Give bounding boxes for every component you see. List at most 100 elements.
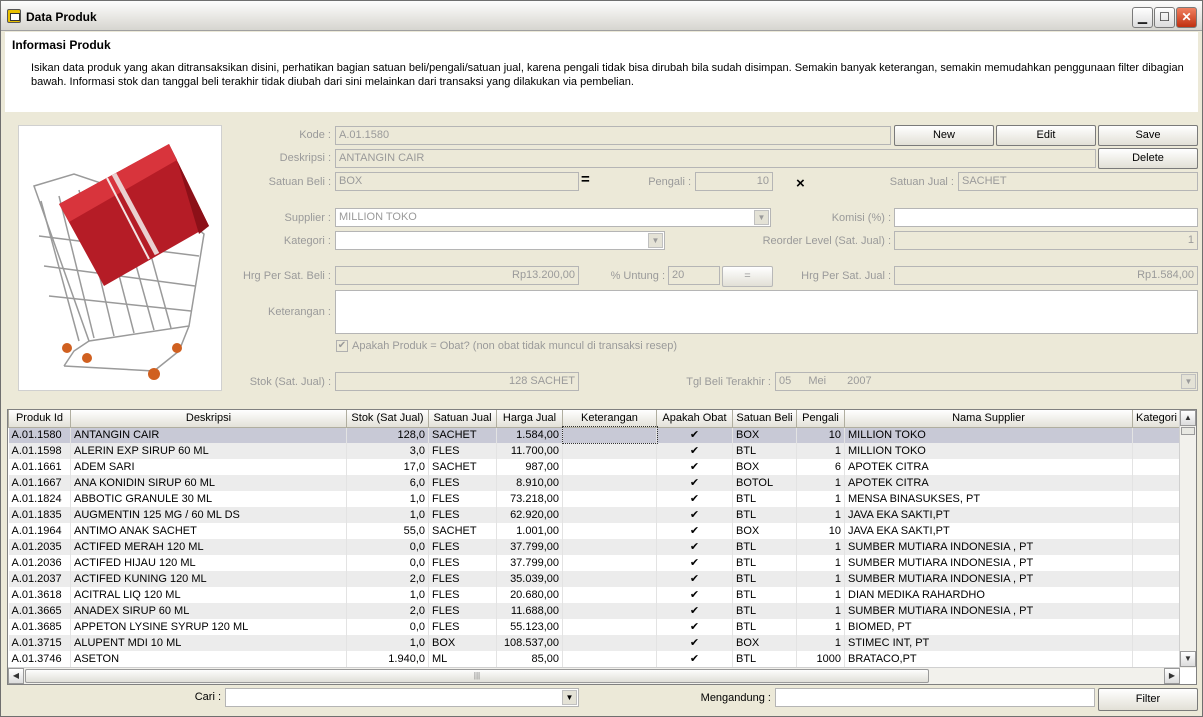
table-cell: 35.039,00 [496, 571, 563, 587]
cari-dropdown[interactable]: ▼ [225, 688, 579, 707]
satuan-beli-field[interactable]: BOX [335, 172, 579, 191]
horizontal-scrollbar[interactable]: ◀ ||| ▶ [8, 667, 1180, 684]
vertical-scroll-thumb[interactable] [1181, 427, 1195, 435]
table-row[interactable]: A.01.3685 APPETON LYSINE SYRUP 120 ML 0,0 F… [8, 619, 1181, 635]
column-header[interactable]: Pengali [796, 410, 845, 428]
scroll-right-icon[interactable]: ▶ [1164, 668, 1180, 684]
table-cell: ACTIFED KUNING 120 ML [70, 571, 347, 587]
hrg-jual-label: Hrg Per Sat. Jual : [801, 270, 891, 282]
maximize-icon: ☐ [1159, 10, 1170, 24]
table-cell: BOX [428, 635, 497, 651]
edit-button[interactable]: Edit [996, 125, 1096, 146]
chevron-down-icon[interactable]: ▼ [648, 233, 663, 248]
table-cell: 987,00 [496, 459, 563, 475]
reorder-level-field[interactable]: 1 [894, 231, 1198, 250]
column-header[interactable]: Kategori [1132, 410, 1181, 428]
scroll-left-icon[interactable]: ◀ [8, 668, 24, 684]
hrg-jual-field[interactable]: Rp1.584,00 [894, 266, 1198, 285]
obat-check-icon: ✔ [656, 635, 733, 651]
table-cell: STIMEC INT, PT [844, 635, 1133, 651]
chevron-down-icon[interactable]: ▼ [1181, 374, 1196, 389]
table-row[interactable]: A.01.2037 ACTIFED KUNING 120 ML 2,0 FLES 35.… [8, 571, 1181, 587]
column-header[interactable]: Stok (Sat Jual) [346, 410, 429, 428]
komisi-field[interactable] [894, 208, 1198, 227]
table-cell: 128,0 [346, 427, 429, 443]
save-button[interactable]: Save [1098, 125, 1198, 146]
product-grid[interactable]: Produk Id Deskripsi Stok (Sat Jual) Satuan … [7, 409, 1197, 685]
table-cell [1132, 523, 1181, 539]
table-row[interactable]: A.01.1667 ANA KONIDIN SIRUP 60 ML 6,0 FLES 8… [8, 475, 1181, 491]
untung-field[interactable]: 20 [668, 266, 720, 285]
pengali-field[interactable]: 10 [695, 172, 773, 191]
chevron-down-icon[interactable]: ▼ [754, 210, 769, 225]
table-cell: FLES [428, 539, 497, 555]
column-header[interactable]: Apakah Obat [656, 410, 733, 428]
title-bar[interactable]: Data Produk ▁ ☐ ✕ [1, 1, 1202, 31]
calculate-button[interactable]: = [722, 266, 773, 287]
table-cell: 1 [796, 539, 845, 555]
table-row[interactable]: A.01.2036 ACTIFED HIJAU 120 ML 0,0 FLES 37.7… [8, 555, 1181, 571]
kode-field[interactable]: A.01.1580 [335, 126, 891, 145]
table-cell: FLES [428, 619, 497, 635]
close-button[interactable]: ✕ [1176, 7, 1197, 28]
table-row[interactable]: A.01.1824 ABBOTIC GRANULE 30 ML 1,0 FLES 73.… [8, 491, 1181, 507]
header-description: Isikan data produk yang akan ditransaksi… [31, 62, 1184, 88]
table-row[interactable]: A.01.1835 AUGMENTIN 125 MG / 60 ML DS 1,0 F… [8, 507, 1181, 523]
kategori-dropdown[interactable]: ▼ [335, 231, 665, 250]
scroll-down-icon[interactable]: ▼ [1180, 651, 1196, 667]
hrg-beli-field[interactable]: Rp13.200,00 [335, 266, 579, 285]
supplier-dropdown[interactable]: MILLION TOKO ▼ [335, 208, 771, 227]
table-row[interactable]: A.01.1598 ALERIN EXP SIRUP 60 ML 3,0 FLES 11… [8, 443, 1181, 459]
table-row[interactable]: A.01.3746 ASETON 1.940,0 ML 85,00 ✔ BTL 1000 BRA… [8, 651, 1181, 667]
mengandung-field[interactable] [775, 688, 1095, 707]
table-row[interactable]: A.01.1964 ANTIMO ANAK SACHET 55,0 SACHET 1.0… [8, 523, 1181, 539]
obat-checkbox[interactable]: ✔ [336, 340, 348, 352]
table-row[interactable]: A.01.2035 ACTIFED MERAH 120 ML 0,0 FLES 37.7… [8, 539, 1181, 555]
obat-check-icon: ✔ [656, 603, 733, 619]
keterangan-field[interactable] [335, 290, 1198, 334]
column-header[interactable]: Harga Jual [496, 410, 563, 428]
delete-button[interactable]: Delete [1098, 148, 1198, 169]
table-cell [1132, 459, 1181, 475]
scroll-up-icon[interactable]: ▲ [1180, 410, 1196, 426]
table-row[interactable]: A.01.3618 ACITRAL LIQ 120 ML 1,0 FLES 20.680… [8, 587, 1181, 603]
column-header[interactable]: Satuan Jual [428, 410, 497, 428]
obat-check-icon: ✔ [656, 587, 733, 603]
table-cell: 1 [796, 475, 845, 491]
column-header[interactable]: Satuan Beli [732, 410, 797, 428]
vertical-scrollbar[interactable]: ▲ ▼ [1179, 410, 1196, 668]
deskripsi-field[interactable]: ANTANGIN CAIR [335, 149, 1096, 168]
table-cell: ALERIN EXP SIRUP 60 ML [70, 443, 347, 459]
product-table: Produk Id Deskripsi Stok (Sat Jual) Satuan … [8, 410, 1181, 667]
table-cell: BOTOL [732, 475, 797, 491]
maximize-button[interactable]: ☐ [1154, 7, 1175, 28]
cari-label: Cari : [194, 691, 221, 703]
new-button[interactable]: New [894, 125, 994, 146]
table-row[interactable]: A.01.1580 ANTANGIN CAIR 128,0 SACHET 1.584,0… [8, 426, 1181, 444]
filter-button[interactable]: Filter [1098, 688, 1198, 711]
minimize-icon: ▁ [1137, 10, 1148, 24]
table-cell [1132, 603, 1181, 619]
table-cell: 1.940,0 [346, 651, 429, 667]
column-header[interactable]: Keterangan [562, 410, 657, 428]
column-header[interactable]: Deskripsi [70, 410, 347, 428]
horizontal-scroll-thumb[interactable]: ||| [25, 669, 929, 683]
pengali-label: Pengali : [648, 176, 691, 188]
table-cell: ABBOTIC GRANULE 30 ML [70, 491, 347, 507]
table-cell: APOTEK CITRA [844, 475, 1133, 491]
table-row[interactable]: A.01.1661 ADEM SARI 17,0 SACHET 987,00 ✔ BOX 6 A… [8, 459, 1181, 475]
table-cell [1132, 475, 1181, 491]
minimize-button[interactable]: ▁ [1132, 7, 1153, 28]
tgl-beli-datepicker[interactable]: 05 Mei 2007 ▼ [775, 372, 1198, 391]
table-cell: A.01.2037 [8, 571, 71, 587]
column-header[interactable]: Nama Supplier [844, 410, 1133, 428]
chevron-down-icon[interactable]: ▼ [562, 690, 577, 705]
table-cell: 73.218,00 [496, 491, 563, 507]
table-row[interactable]: A.01.3715 ALUPENT MDI 10 ML 1,0 BOX 108.537,… [8, 635, 1181, 651]
table-cell: AUGMENTIN 125 MG / 60 ML DS [70, 507, 347, 523]
table-row[interactable]: A.01.3665 ANADEX SIRUP 60 ML 2,0 FLES 11.688… [8, 603, 1181, 619]
reorder-level-label: Reorder Level (Sat. Jual) : [762, 235, 891, 247]
column-header[interactable]: Produk Id [8, 410, 71, 428]
satuan-jual-field[interactable]: SACHET [958, 172, 1198, 191]
kode-label: Kode : [299, 129, 331, 141]
